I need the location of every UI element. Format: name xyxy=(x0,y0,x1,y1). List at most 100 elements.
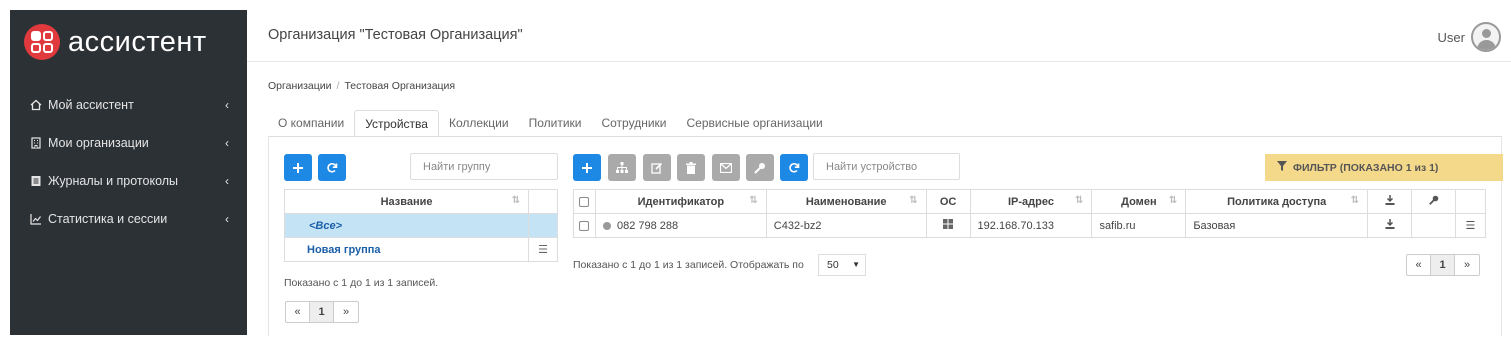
chevron-left-icon: ‹ xyxy=(225,98,229,112)
sort-icon[interactable]: ⇅ xyxy=(1075,195,1083,206)
tab-bar: О компании Устройства Коллекции Политики… xyxy=(268,110,833,137)
tab-service-organizations[interactable]: Сервисные организации xyxy=(676,110,832,137)
key-icon xyxy=(1428,195,1438,205)
devices-info: Показано с 1 до 1 из 1 записей. Отобража… xyxy=(573,259,804,271)
group-search-input[interactable] xyxy=(410,153,558,180)
page-title: Организация "Тестовая Организация" xyxy=(268,27,523,43)
windows-icon xyxy=(925,213,971,238)
sidebar-item-label: Мой ассистент xyxy=(48,98,134,112)
add-group-button[interactable] xyxy=(284,154,312,181)
next-page-button[interactable]: » xyxy=(334,302,358,322)
filter-icon xyxy=(1277,161,1287,174)
sitemap-icon xyxy=(616,162,628,173)
devices-pagination: « 1 » xyxy=(1406,254,1480,276)
sidebar: ассистент Мой ассистент ‹ Мои организаци… xyxy=(10,10,247,335)
device-search-input[interactable] xyxy=(813,153,960,180)
tab-policies[interactable]: Политики xyxy=(519,110,592,137)
page-number[interactable]: 1 xyxy=(310,302,334,322)
avatar[interactable] xyxy=(1471,22,1501,52)
refresh-icon xyxy=(327,162,338,173)
device-policy: Базовая xyxy=(1185,213,1369,238)
sort-icon[interactable]: ⇅ xyxy=(749,195,757,206)
logo[interactable]: ассистент xyxy=(24,24,207,60)
column-header-domain[interactable]: Домен ⇅ xyxy=(1091,189,1187,214)
tab-about[interactable]: О компании xyxy=(268,110,354,137)
sort-icon[interactable]: ⇅ xyxy=(1351,195,1359,206)
edit-device-button[interactable] xyxy=(643,154,671,181)
next-page-button[interactable]: » xyxy=(1455,255,1479,275)
chevron-left-icon: ‹ xyxy=(225,136,229,150)
device-ip: 192.168.70.133 xyxy=(969,213,1093,238)
key-icon xyxy=(754,162,765,174)
sort-icon[interactable]: ⇅ xyxy=(909,195,917,206)
table-row[interactable]: <Все> xyxy=(283,213,558,238)
sort-icon[interactable]: ⇅ xyxy=(1169,195,1177,206)
column-header-policy[interactable]: Политика доступа ⇅ xyxy=(1185,189,1369,214)
download-icon[interactable] xyxy=(1367,213,1413,238)
caret-down-icon: ▼ xyxy=(852,260,860,269)
home-icon xyxy=(30,99,42,111)
refresh-devices-button[interactable] xyxy=(780,154,808,181)
chevron-left-icon: ‹ xyxy=(225,212,229,226)
user-menu[interactable]: User xyxy=(1438,22,1501,52)
group-name[interactable]: Новая группа xyxy=(283,237,530,262)
column-header-name[interactable]: Наименование ⇅ xyxy=(765,189,927,214)
add-device-button[interactable] xyxy=(573,154,601,181)
group-name[interactable]: <Все> xyxy=(283,213,530,238)
access-key-button[interactable] xyxy=(746,154,774,181)
per-page-value: 50 xyxy=(827,259,839,271)
prev-page-button[interactable]: « xyxy=(1407,255,1431,275)
group-actions xyxy=(528,213,558,238)
tab-devices[interactable]: Устройства xyxy=(354,110,439,137)
refresh-icon xyxy=(789,162,800,173)
edit-icon xyxy=(651,162,663,174)
building-icon xyxy=(30,137,42,149)
chart-icon xyxy=(30,213,42,225)
app-name: ассистент xyxy=(68,26,207,58)
tab-collections[interactable]: Коллекции xyxy=(439,110,519,137)
column-header-actions xyxy=(528,189,558,214)
sidebar-item-journals[interactable]: Журналы и протоколы ‹ xyxy=(10,162,247,200)
menu-icon[interactable]: ☰ xyxy=(1454,213,1487,238)
filter-button[interactable]: ФИЛЬТР (ПОКАЗАНО 1 из 1) xyxy=(1265,154,1503,181)
column-header-os[interactable]: ОС xyxy=(925,189,971,214)
menu-icon[interactable]: ☰ xyxy=(528,237,558,262)
sidebar-item-statistics[interactable]: Статистика и сессии ‹ xyxy=(10,200,247,238)
logo-icon xyxy=(24,24,60,60)
message-device-button[interactable] xyxy=(712,154,740,181)
table-row[interactable]: Новая группа ☰ xyxy=(283,237,558,262)
table-row[interactable]: 082 798 288 C432-bz2 192.168.70.133 safi… xyxy=(573,213,1487,238)
filter-label: ФИЛЬТР (ПОКАЗАНО 1 из 1) xyxy=(1293,161,1439,174)
move-device-button[interactable] xyxy=(608,154,636,181)
sidebar-item-my-organizations[interactable]: Мои организации ‹ xyxy=(10,124,247,162)
table-header: Название ⇅ xyxy=(283,189,558,214)
journal-icon xyxy=(30,175,42,187)
chevron-left-icon: ‹ xyxy=(225,174,229,188)
user-name: User xyxy=(1437,29,1465,45)
top-bar: Организация "Тестовая Организация" User xyxy=(247,10,1511,62)
delete-device-button[interactable] xyxy=(677,154,705,181)
sidebar-item-label: Журналы и протоколы xyxy=(48,174,179,188)
column-header-download xyxy=(1367,189,1413,214)
groups-table: Название ⇅ <Все> Новая группа ☰ xyxy=(283,189,558,262)
column-header-name[interactable]: Название ⇅ xyxy=(283,189,530,214)
breadcrumb: Организации / Тестовая Организация xyxy=(268,80,456,92)
devices-table: Идентификатор ⇅ Наименование ⇅ ОС IP-адрес… xyxy=(573,189,1487,238)
per-page-select[interactable]: 50 ▼ xyxy=(818,254,866,276)
prev-page-button[interactable]: « xyxy=(286,302,310,322)
sidebar-item-my-assistant[interactable]: Мой ассистент ‹ xyxy=(10,86,247,124)
breadcrumb-link-organizations[interactable]: Организации xyxy=(268,80,332,92)
column-header-ip[interactable]: IP-адрес ⇅ xyxy=(969,189,1093,214)
table-header: Идентификатор ⇅ Наименование ⇅ ОС IP-адрес… xyxy=(573,189,1487,214)
refresh-groups-button[interactable] xyxy=(318,154,346,181)
download-icon xyxy=(1385,195,1395,205)
trash-icon xyxy=(686,161,696,174)
sidebar-nav: Мой ассистент ‹ Мои организации ‹ Журнал… xyxy=(10,86,247,238)
select-all-checkbox[interactable] xyxy=(573,189,596,214)
column-header-id[interactable]: Идентификатор ⇅ xyxy=(594,189,767,214)
sort-icon[interactable]: ⇅ xyxy=(512,195,520,206)
row-checkbox[interactable] xyxy=(573,213,596,238)
tab-employees[interactable]: Сотрудники xyxy=(591,110,676,137)
plus-icon xyxy=(582,162,592,173)
page-number[interactable]: 1 xyxy=(1431,255,1455,275)
